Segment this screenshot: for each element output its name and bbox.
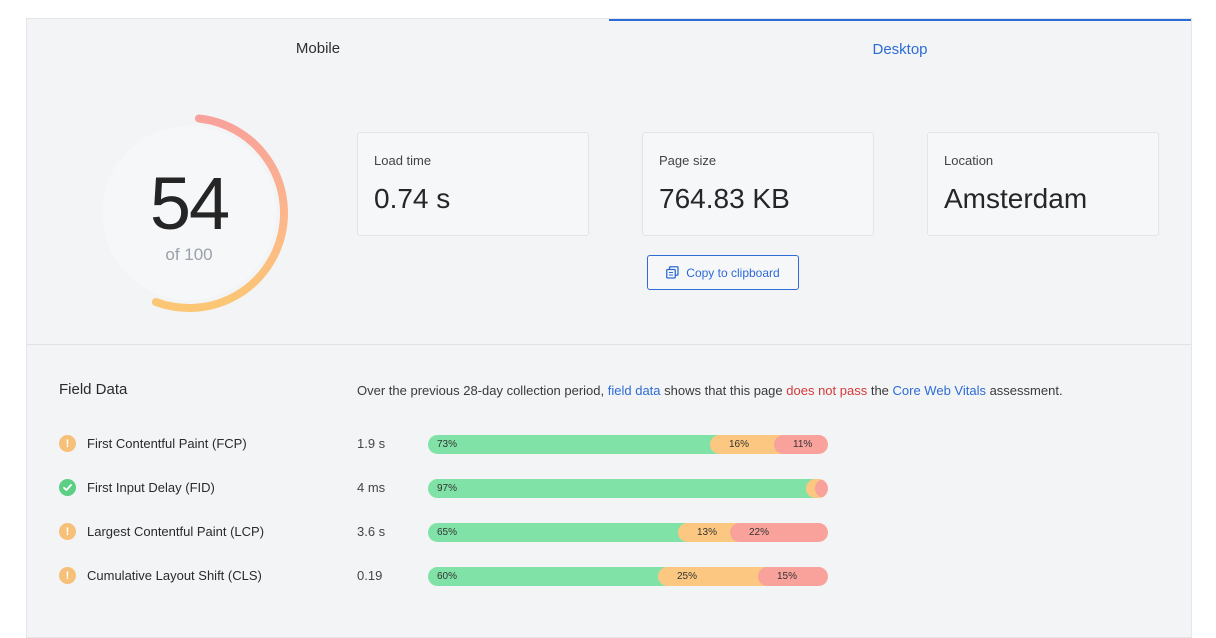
metric-value: 3.6 s bbox=[357, 524, 386, 539]
metric-name: Largest Contentful Paint (LCP) bbox=[87, 524, 265, 539]
distribution-segment-good: 97% bbox=[428, 479, 816, 498]
copy-button-label: Copy to clipboard bbox=[686, 265, 780, 280]
metric-name: First Input Delay (FID) bbox=[87, 480, 215, 495]
desc-text: shows that this page bbox=[660, 383, 787, 398]
distribution-segment-poor: 22% bbox=[730, 523, 828, 542]
page-size-card: Page size 764.83 KB bbox=[642, 132, 874, 236]
load-time-label: Load time bbox=[374, 153, 432, 168]
desc-text: the bbox=[867, 383, 893, 398]
location-value: Amsterdam bbox=[944, 183, 1088, 214]
distribution-segment-poor: 15% bbox=[758, 567, 828, 586]
distribution-segment-good: 60% bbox=[428, 567, 668, 586]
metric-row: ! Largest Contentful Paint (LCP) 3.6 s 65% 1… bbox=[59, 521, 1159, 543]
metric-row: ! Cumulative Layout Shift (CLS) 0.19 60% 25%… bbox=[59, 565, 1159, 587]
device-tabs: Mobile Desktop bbox=[27, 19, 1191, 81]
distribution-segment-average: 16% bbox=[710, 435, 784, 454]
pass-check-icon bbox=[59, 479, 76, 496]
distribution-segment-poor: 1% bbox=[815, 479, 828, 498]
tab-mobile[interactable]: Mobile bbox=[27, 19, 609, 81]
tab-desktop[interactable]: Desktop bbox=[609, 19, 1191, 81]
distribution-segment-average: 25% bbox=[658, 567, 768, 586]
location-card: Location Amsterdam bbox=[927, 132, 1159, 236]
distribution-bar: 73% 16% 11% bbox=[428, 435, 828, 454]
page-size-label: Page size bbox=[659, 153, 717, 168]
section-divider bbox=[27, 344, 1191, 345]
copy-icon bbox=[666, 266, 679, 279]
location-label: Location bbox=[944, 153, 994, 168]
distribution-segment-good: 73% bbox=[428, 435, 720, 454]
load-time-value: 0.74 s bbox=[374, 183, 451, 214]
page-size-value: 764.83 KB bbox=[659, 183, 790, 214]
metric-row: First Input Delay (FID) 4 ms 97%2%1% bbox=[59, 477, 1159, 499]
warning-icon: ! bbox=[59, 567, 76, 584]
distribution-bar: 97%2%1% bbox=[428, 479, 828, 498]
metric-value: 4 ms bbox=[357, 480, 386, 495]
desc-text: Over the previous 28-day collection peri… bbox=[357, 383, 608, 398]
field-data-title: Field Data bbox=[59, 381, 128, 398]
metric-name: Cumulative Layout Shift (CLS) bbox=[87, 568, 262, 583]
score-max: of 100 bbox=[165, 245, 213, 264]
metric-value: 0.19 bbox=[357, 568, 383, 583]
field-data-description: Over the previous 28-day collection peri… bbox=[357, 383, 1063, 398]
core-web-vitals-link[interactable]: Core Web Vitals bbox=[893, 383, 986, 398]
distribution-bar: 65% 13% 22% bbox=[428, 523, 828, 542]
load-time-card: Load time 0.74 s bbox=[357, 132, 589, 236]
distribution-segment-poor: 11% bbox=[774, 435, 828, 454]
metric-row: ! First Contentful Paint (FCP) 1.9 s 73% 16%… bbox=[59, 433, 1159, 455]
distribution-segment-good: 65% bbox=[428, 523, 688, 542]
desc-text: assessment. bbox=[985, 383, 1063, 398]
field-data-link[interactable]: field data bbox=[608, 383, 661, 398]
performance-score-gauge: 54 of 100 bbox=[97, 105, 297, 321]
copy-to-clipboard-button[interactable]: Copy to clipboard bbox=[647, 255, 799, 290]
warning-icon: ! bbox=[59, 523, 76, 540]
metric-value: 1.9 s bbox=[357, 436, 386, 451]
metric-name: First Contentful Paint (FCP) bbox=[87, 436, 247, 451]
warning-icon: ! bbox=[59, 435, 76, 452]
score-value: 54 bbox=[149, 162, 230, 245]
distribution-bar: 60% 25% 15% bbox=[428, 567, 828, 586]
fail-status: does not pass bbox=[786, 383, 868, 398]
report-panel: Mobile Desktop 54 of 100 Load time 0.74 … bbox=[26, 18, 1192, 638]
